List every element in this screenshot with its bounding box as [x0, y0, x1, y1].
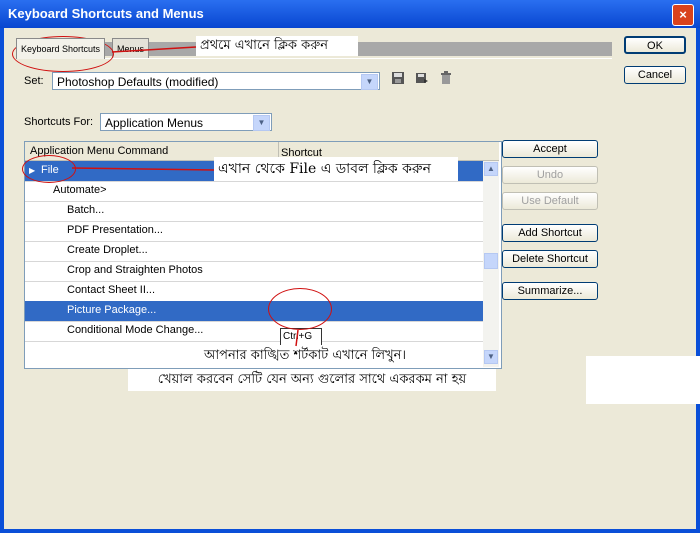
annotation-arrows — [71, 46, 299, 347]
tab-keyboard-shortcuts[interactable]: Keyboard Shortcuts — [16, 38, 106, 59]
arrow-line — [111, 46, 197, 53]
arrow-line — [295, 329, 299, 347]
dialog-window: Keyboard Shortcuts and Menus × Keyboard … — [0, 0, 700, 533]
arrow-line — [71, 167, 215, 171]
